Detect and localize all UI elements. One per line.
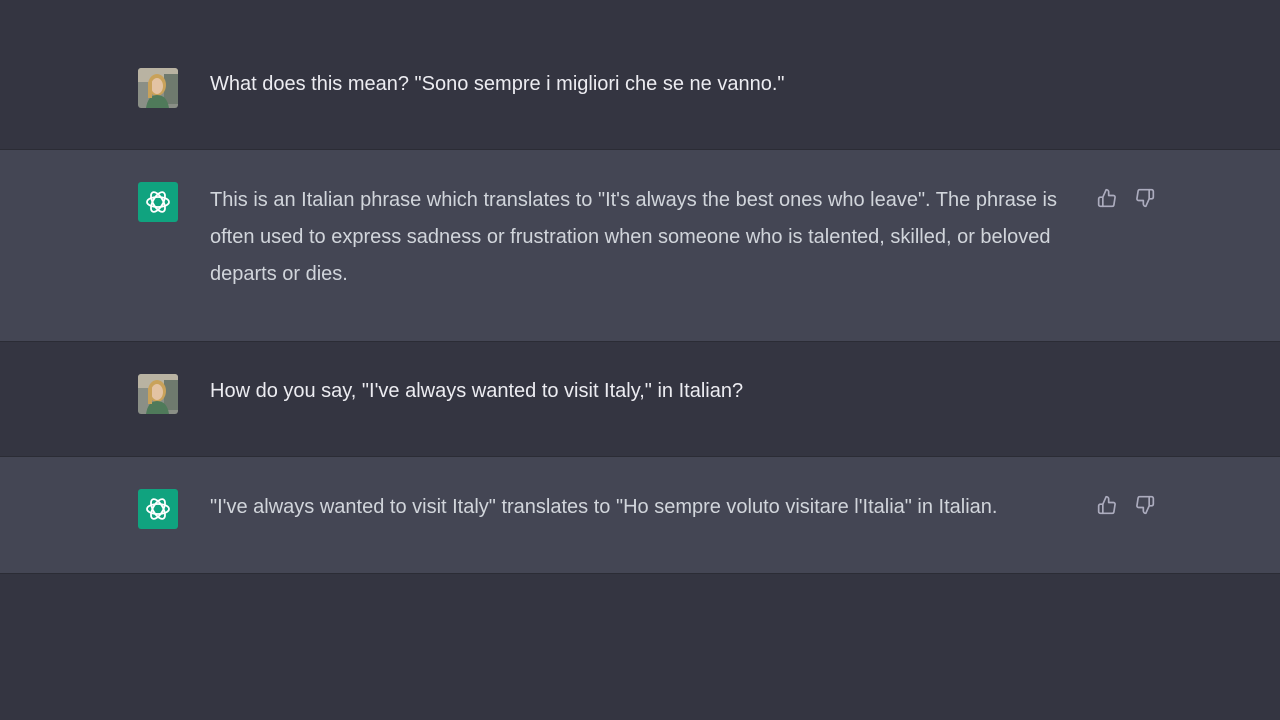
feedback-controls (1096, 187, 1156, 209)
message-text: What does this mean? "Sono sempre i migl… (210, 73, 785, 95)
user-avatar (138, 68, 178, 108)
user-photo-avatar (138, 374, 178, 414)
assistant-message: "I've always wanted to visit Italy" tran… (0, 456, 1280, 574)
thumbs-down-icon (1136, 188, 1155, 208)
thumbs-up-button[interactable] (1096, 494, 1118, 516)
message-text: How do you say, "I've always wanted to v… (210, 380, 744, 402)
user-message: What does this mean? "Sono sempre i migl… (0, 0, 1280, 149)
openai-logo-icon (146, 191, 170, 213)
thumbs-down-button[interactable] (1134, 494, 1156, 516)
message-text: "I've always wanted to visit Italy" tran… (210, 496, 998, 518)
thumbs-down-button[interactable] (1134, 187, 1156, 209)
user-message: How do you say, "I've always wanted to v… (0, 342, 1280, 456)
feedback-controls (1096, 494, 1156, 516)
thumbs-up-icon (1097, 495, 1116, 515)
assistant-message: This is an Italian phrase which translat… (0, 149, 1280, 342)
thumbs-up-button[interactable] (1096, 187, 1118, 209)
assistant-avatar (138, 182, 178, 222)
assistant-avatar (138, 489, 178, 529)
thumbs-up-icon (1097, 188, 1116, 208)
user-avatar (138, 374, 178, 414)
message-text: This is an Italian phrase which translat… (210, 189, 1057, 285)
openai-logo-icon (146, 498, 170, 520)
chat-thread: What does this mean? "Sono sempre i migl… (0, 0, 1280, 574)
user-photo-avatar (138, 68, 178, 108)
thumbs-down-icon (1136, 495, 1155, 515)
